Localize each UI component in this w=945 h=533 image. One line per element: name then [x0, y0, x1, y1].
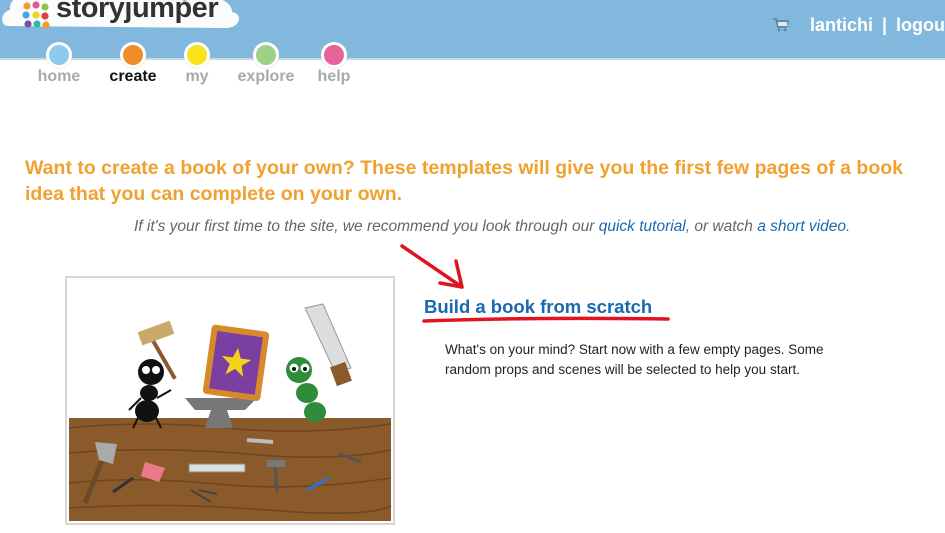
workshop-illustration [68, 303, 392, 521]
user-area: lantichi | logou [772, 14, 945, 36]
nav-home-label[interactable]: home [29, 68, 89, 86]
nav-create[interactable]: create [103, 42, 163, 86]
nav-home-dot-icon [46, 42, 72, 68]
nav-help[interactable]: help [304, 42, 364, 86]
build-from-scratch-image[interactable] [65, 276, 395, 525]
nav-explore-dot-icon [253, 42, 279, 68]
nav-explore-label[interactable]: explore [236, 68, 296, 86]
nav-help-dot-icon [321, 42, 347, 68]
nav-my[interactable]: my [167, 42, 227, 86]
nav-create-label[interactable]: create [103, 68, 163, 86]
logo-text[interactable]: storyjumper [56, 0, 219, 25]
build-from-scratch-description: What's on your mind? Start now with a fe… [445, 342, 824, 377]
intro-heading: Want to create a book of your own? These… [25, 157, 904, 205]
build-from-scratch-link[interactable]: Build a book from scratch [424, 296, 652, 318]
cart-icon[interactable] [772, 18, 789, 32]
header-separator: | [881, 14, 888, 35]
nav-explore[interactable]: explore [236, 42, 296, 86]
tutorial-line: If it's your first time to the site, we … [134, 218, 850, 236]
short-video-link[interactable]: a short video [757, 218, 846, 235]
nav-my-label[interactable]: my [167, 68, 227, 86]
nav-help-label[interactable]: help [304, 68, 364, 86]
nav-my-dot-icon [184, 42, 210, 68]
nav-create-dot-icon [120, 42, 146, 68]
username-link[interactable]: lantichi [810, 15, 873, 35]
tutorial-middle: , or watch [685, 218, 758, 235]
logout-link[interactable]: logou [896, 15, 945, 35]
tutorial-suffix: . [845, 218, 851, 235]
logo-dots-icon[interactable] [22, 1, 50, 29]
tutorial-prefix: If it's your first time to the site, we … [134, 218, 599, 235]
quick-tutorial-link[interactable]: quick tutorial [599, 218, 686, 235]
nav-home[interactable]: home [29, 42, 89, 86]
